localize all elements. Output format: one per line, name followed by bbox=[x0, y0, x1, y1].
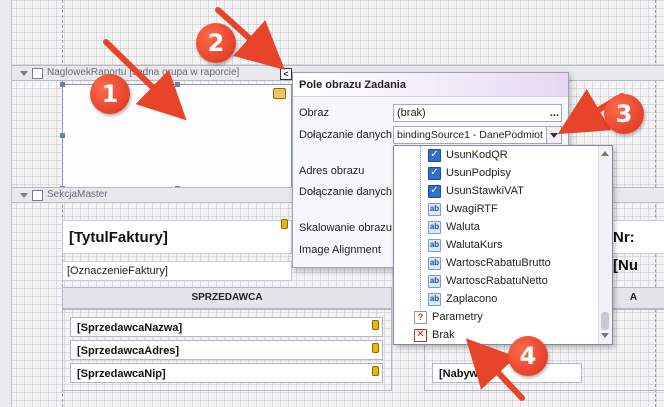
list-item[interactable]: ab WartoscRabatuNetto bbox=[428, 272, 548, 290]
checkbox-icon: ✓ bbox=[428, 148, 441, 162]
smart-tag-button[interactable]: < bbox=[280, 68, 292, 80]
text-field-icon: ab bbox=[428, 256, 441, 270]
resize-handle[interactable] bbox=[60, 133, 65, 138]
band-icon bbox=[32, 67, 43, 79]
popup-title: Pole obrazu Zadania bbox=[293, 73, 568, 97]
list-item-label: WartoscRabatuNetto bbox=[446, 275, 548, 287]
tree-line bbox=[420, 146, 421, 308]
invoice-number-field[interactable]: Nr: [Nu bbox=[606, 220, 664, 274]
band-label: NaglowekRaportu [Jedna grupa w raporcie] bbox=[47, 67, 240, 78]
buyer-field[interactable]: [Nabywca bbox=[432, 363, 582, 383]
image-label: Obraz bbox=[299, 107, 329, 119]
scroll-up-icon[interactable] bbox=[601, 151, 609, 156]
text-field-icon: ab bbox=[428, 238, 441, 252]
list-item[interactable]: ab WartoscRabatuBrutto bbox=[428, 254, 551, 272]
annotation-marker-2: 2 bbox=[196, 23, 236, 63]
database-icon bbox=[372, 366, 379, 376]
image-sizing-label: Skalowanie obrazu bbox=[299, 222, 392, 234]
parameters-icon: ? bbox=[414, 310, 427, 324]
resize-handle[interactable] bbox=[60, 82, 65, 87]
band-label: SekcjaMaster bbox=[47, 189, 108, 200]
list-item-label: WalutaKurs bbox=[446, 239, 503, 251]
image-value: (brak) bbox=[397, 107, 426, 119]
list-item[interactable]: ✓ UsunStawkiVAT bbox=[428, 182, 524, 200]
list-item-label: UsunPodpisy bbox=[446, 167, 511, 179]
list-item[interactable]: ab Waluta bbox=[428, 218, 480, 236]
database-icon bbox=[372, 343, 379, 353]
list-item-label: Parametry bbox=[432, 311, 483, 323]
resize-handle[interactable] bbox=[175, 82, 180, 87]
seller-name-field[interactable]: [SprzedawcaNazwa] bbox=[70, 317, 383, 337]
annotation-marker-1: 1 bbox=[90, 74, 130, 114]
list-item-label: WartoscRabatuBrutto bbox=[446, 257, 551, 269]
text-field-icon: ab bbox=[428, 292, 441, 306]
list-item[interactable]: ✓ UsunKodQR bbox=[428, 146, 508, 164]
image-url-label: Adres obrazu bbox=[299, 165, 365, 177]
picture-icon bbox=[273, 88, 286, 99]
database-icon bbox=[372, 320, 379, 330]
text-field-icon: ab bbox=[428, 220, 441, 234]
scroll-thumb[interactable] bbox=[601, 312, 609, 330]
designation-field[interactable]: [OznaczenieFaktury] bbox=[62, 261, 292, 281]
none-icon: ✕ bbox=[414, 328, 427, 342]
seller-nip-field[interactable]: [SprzedawcaNip] bbox=[70, 363, 383, 383]
dropdown-scrollbar[interactable] bbox=[598, 146, 612, 344]
list-item[interactable]: ab WalutaKurs bbox=[428, 236, 502, 254]
vertical-ruler bbox=[0, 0, 12, 407]
list-item[interactable]: ✕ Brak bbox=[414, 326, 455, 344]
list-item[interactable]: ✓ UsunPodpisy bbox=[428, 164, 511, 182]
band-icon bbox=[32, 189, 43, 201]
text-field-icon: ab bbox=[428, 202, 441, 216]
seller-header[interactable]: SPRZEDAWCA bbox=[62, 287, 392, 309]
collapse-icon[interactable] bbox=[20, 70, 28, 76]
image-value-field[interactable]: (brak) ... bbox=[393, 104, 562, 122]
image-alignment-label: Image Alignment bbox=[299, 244, 381, 256]
annotation-marker-3: 3 bbox=[604, 94, 644, 134]
list-item-label: Waluta bbox=[446, 221, 480, 233]
list-item[interactable]: ab UwagiRTF bbox=[428, 200, 498, 218]
data-binding-value: bindingSource1 - DanePodmiot bbox=[397, 129, 543, 141]
text-field-icon: ab bbox=[428, 274, 441, 288]
data-binding-dropdown-list[interactable]: ✓ UsunKodQR ✓ UsunPodpisy ✓ UsunStawkiVAT a… bbox=[393, 145, 613, 345]
scroll-down-icon[interactable] bbox=[601, 333, 609, 338]
list-item-label: Zaplacono bbox=[446, 293, 498, 305]
seller-address-field[interactable]: [SprzedawcaAdres] bbox=[70, 340, 383, 360]
database-icon bbox=[281, 219, 288, 229]
title-field[interactable]: [TytulFaktury] bbox=[62, 220, 292, 254]
checkbox-icon: ✓ bbox=[428, 166, 441, 180]
collapse-icon[interactable] bbox=[20, 192, 28, 198]
list-item-label: UsunKodQR bbox=[446, 149, 508, 161]
list-item[interactable]: ? Parametry bbox=[414, 308, 483, 326]
browse-button[interactable]: ... bbox=[550, 105, 559, 121]
data-binding-label: Dołączanie danych bbox=[299, 129, 392, 141]
dropdown-arrow-icon[interactable] bbox=[546, 127, 561, 143]
list-item[interactable]: ab Zaplacono bbox=[428, 290, 497, 308]
list-item-label: UwagiRTF bbox=[446, 203, 498, 215]
list-item-label: Brak bbox=[432, 329, 455, 341]
checkbox-icon: ✓ bbox=[428, 184, 441, 198]
url-binding-label: Dołączanie danych bbox=[299, 186, 392, 198]
annotation-marker-4: 4 bbox=[508, 336, 548, 376]
data-binding-select[interactable]: bindingSource1 - DanePodmiot bbox=[393, 126, 562, 144]
list-item-label: UsunStawkiVAT bbox=[446, 185, 524, 197]
